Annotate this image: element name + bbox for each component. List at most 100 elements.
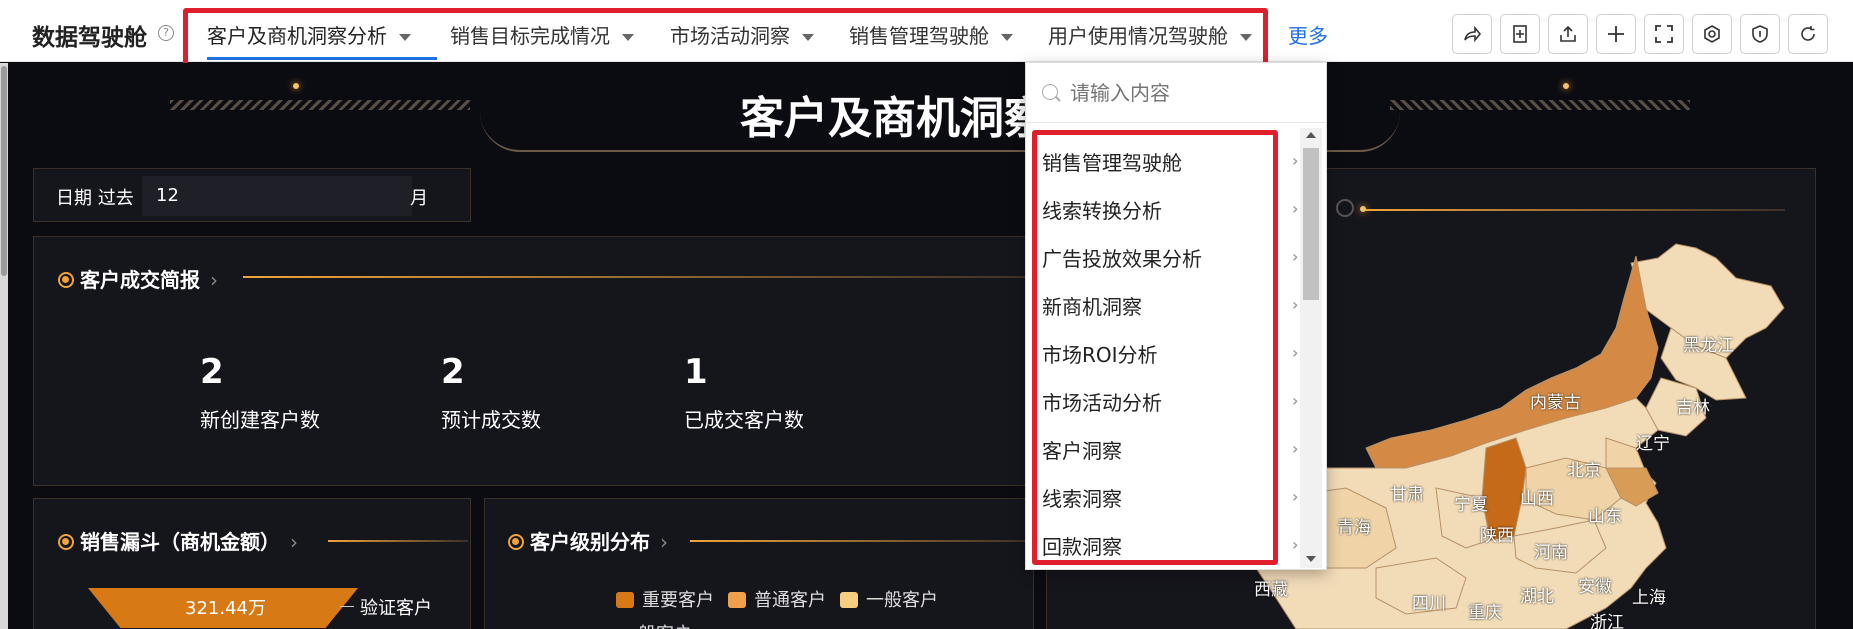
map-label: 陕西 — [1480, 526, 1514, 546]
settings-icon — [1704, 25, 1720, 43]
legend-swatch — [728, 592, 746, 608]
map-label: 重庆 — [1468, 603, 1502, 623]
map-label: 黑龙江 — [1683, 336, 1734, 356]
legend-swatch — [840, 592, 858, 608]
chevron-right-icon: › — [290, 530, 298, 554]
search-icon — [1042, 84, 1058, 100]
funnel-section-header[interactable]: 销售漏斗（商机金额） › — [58, 526, 298, 556]
map-label: 山东 — [1588, 507, 1622, 527]
date-filter-label: 日期 过去 — [56, 188, 134, 209]
map-label: 河南 — [1534, 543, 1568, 563]
legend-item[interactable]: 一般客户 — [840, 586, 938, 612]
app-title: 数据驾驶舱 — [32, 25, 147, 51]
banner-decoration-right — [1390, 100, 1690, 110]
date-filter-unit: 月 — [410, 188, 428, 209]
level-section-header[interactable]: 客户级别分布 › — [508, 526, 668, 556]
legend-item[interactable]: 重要客户 — [616, 586, 714, 612]
chevron-right-icon: › — [1292, 391, 1299, 410]
kpi-label: 已成交客户数 — [684, 408, 804, 432]
target-icon — [508, 534, 524, 550]
app-window: 数据驾驶舱 ? 客户及商机洞察分析 销售目标完成情况 市场活动洞察 销售管理驾驶… — [0, 0, 1853, 629]
dropdown-highlight-box — [1032, 130, 1278, 565]
section-title: 销售漏斗（商机金额） — [80, 530, 280, 554]
banner-glow-dot — [1563, 83, 1569, 89]
summary-section-header[interactable]: 客户成交简报 › — [58, 264, 218, 294]
legend-label: 重要客户 — [642, 590, 714, 611]
export-icon — [1560, 25, 1576, 42]
legend-item[interactable]: 普通客户 — [728, 586, 826, 612]
map-label: 辽宁 — [1636, 434, 1670, 454]
map-label: 北京 — [1567, 461, 1601, 481]
add-page-icon — [1513, 25, 1527, 43]
date-filter: 日期 过去 12 月 — [33, 168, 471, 222]
page-scrollbar-thumb[interactable] — [1, 66, 7, 276]
kpi-label: 新创建客户数 — [200, 408, 320, 432]
target-icon — [58, 534, 74, 550]
chevron-right-icon: › — [660, 530, 668, 554]
section-title: 客户成交简报 — [80, 268, 200, 292]
refresh-button[interactable] — [1788, 14, 1828, 54]
section-divider — [243, 276, 1033, 278]
dashboard-title: 客户及商机洞察 — [740, 93, 1048, 144]
kpi-value: 2 — [441, 352, 465, 392]
banner-glow-dot — [293, 83, 299, 89]
section-divider — [328, 540, 468, 542]
map-label: 安徽 — [1578, 577, 1612, 597]
kpi-value: 1 — [684, 352, 708, 392]
permission-button[interactable] — [1740, 14, 1780, 54]
chevron-right-icon: › — [1292, 343, 1299, 362]
funnel-label-tick — [340, 606, 354, 607]
scroll-down-icon[interactable] — [1306, 556, 1316, 562]
dropdown-search — [1026, 63, 1326, 123]
share-button[interactable] — [1452, 14, 1492, 54]
pie-label: 一般客户 — [620, 620, 692, 629]
tabs-highlight-box — [183, 8, 1268, 70]
map-label: 青海 — [1337, 518, 1371, 538]
help-icon[interactable]: ? — [158, 25, 174, 41]
map-label: 西藏 — [1254, 580, 1288, 600]
plus-icon — [1608, 26, 1624, 42]
dropdown-search-input[interactable] — [1070, 77, 1310, 109]
settings-button[interactable] — [1692, 14, 1732, 54]
top-bar: 数据驾驶舱 ? 客户及商机洞察分析 销售目标完成情况 市场活动洞察 销售管理驾驶… — [0, 0, 1853, 70]
kpi-value: 2 — [200, 352, 224, 392]
chevron-right-icon: › — [1292, 439, 1299, 458]
target-icon — [58, 272, 74, 288]
export-button[interactable] — [1548, 14, 1588, 54]
shield-icon — [1752, 25, 1768, 43]
map-label: 内蒙古 — [1530, 393, 1581, 413]
refresh-icon — [1801, 26, 1815, 41]
date-filter-input[interactable]: 12 — [142, 176, 412, 216]
map-label: 四川 — [1412, 594, 1446, 614]
fullscreen-icon — [1655, 25, 1673, 43]
chevron-right-icon: › — [1292, 295, 1299, 314]
dropdown-scrollbar-thumb[interactable] — [1303, 148, 1319, 300]
map-label: 湖北 — [1520, 587, 1554, 607]
map-label: 宁夏 — [1454, 495, 1488, 515]
share-icon — [1464, 25, 1482, 43]
map-label: 甘肃 — [1390, 485, 1424, 505]
map-label: 山西 — [1520, 489, 1554, 509]
chevron-right-icon: › — [1292, 151, 1299, 170]
map-label: 上海 — [1632, 588, 1666, 608]
funnel-stage-value: 321.44万 — [185, 598, 266, 619]
funnel-stage-label: 验证客户 — [360, 598, 432, 619]
map-label: 吉林 — [1676, 398, 1710, 418]
kpi-label: 预计成交数 — [441, 408, 541, 432]
section-divider — [690, 540, 1030, 542]
legend-swatch — [616, 592, 634, 608]
chevron-right-icon: › — [210, 268, 218, 292]
add-button[interactable] — [1596, 14, 1636, 54]
legend-label: 一般客户 — [866, 590, 938, 611]
chevron-right-icon: › — [1292, 487, 1299, 506]
more-tabs-button[interactable]: 更多 — [1288, 20, 1328, 49]
chevron-right-icon: › — [1292, 535, 1299, 554]
chevron-right-icon: › — [1292, 247, 1299, 266]
add-page-button[interactable] — [1500, 14, 1540, 54]
chevron-right-icon: › — [1292, 199, 1299, 218]
section-title: 客户级别分布 — [530, 530, 650, 554]
scroll-up-icon[interactable] — [1306, 132, 1316, 138]
fullscreen-button[interactable] — [1644, 14, 1684, 54]
map-label: 浙江 — [1590, 613, 1624, 629]
legend-label: 普通客户 — [754, 590, 826, 611]
